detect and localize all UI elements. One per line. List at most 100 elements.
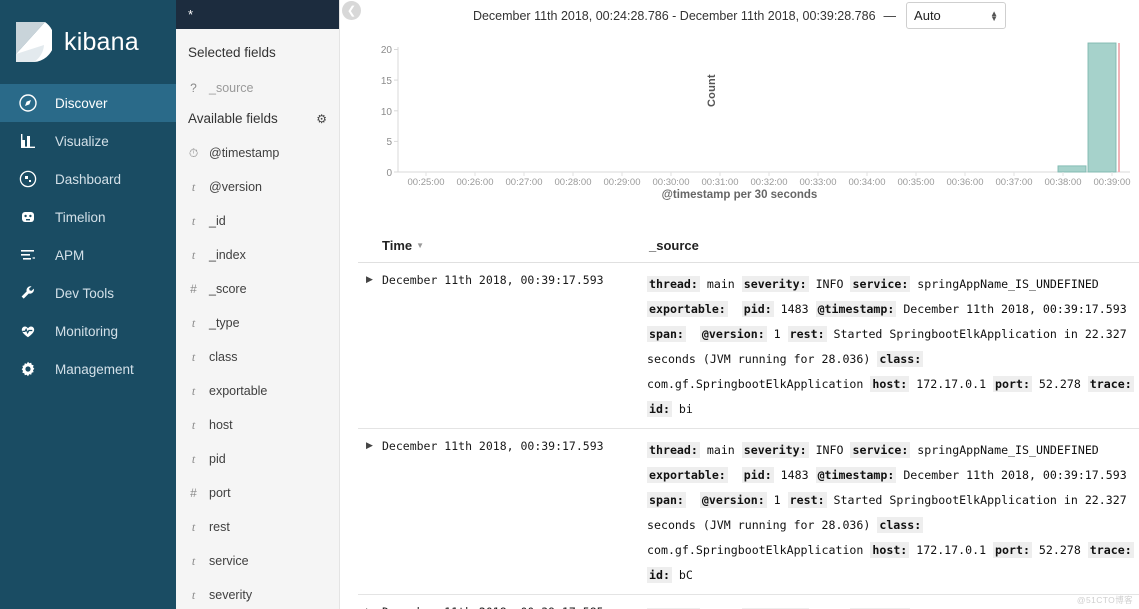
source-key: class: xyxy=(877,351,924,367)
svg-text:00:36:00: 00:36:00 xyxy=(947,177,984,188)
sidebar-item-management[interactable]: Management xyxy=(0,350,176,388)
source-value: 52.278 xyxy=(1031,377,1088,391)
sidebar-item-visualize[interactable]: Visualize xyxy=(0,122,176,160)
field-item-port[interactable]: # port xyxy=(188,476,339,510)
x-axis-label: @timestamp per 30 seconds xyxy=(661,189,818,201)
svg-text:00:37:00: 00:37:00 xyxy=(996,177,1033,188)
bar-chart-icon xyxy=(18,131,38,151)
search-input[interactable]: * xyxy=(176,0,339,29)
caret-right-icon[interactable]: ▶ xyxy=(358,438,382,588)
sidebar-item-dashboard[interactable]: Dashboard xyxy=(0,160,176,198)
source-key: trace: xyxy=(1087,376,1134,392)
field-name: rest xyxy=(209,520,230,535)
field-name: _index xyxy=(209,248,246,263)
spinner-arrows-icon: ▲ ▼ xyxy=(990,8,999,23)
source-value: springAppName_IS_UNDEFINED xyxy=(910,443,1106,457)
field-item-pid[interactable]: t pid xyxy=(188,442,339,476)
caret-right-icon[interactable]: ▶ xyxy=(358,604,382,609)
source-key: span: xyxy=(647,326,686,342)
source-key: @timestamp: xyxy=(815,301,897,317)
field-item-version[interactable]: t @version xyxy=(188,170,339,204)
compass-icon xyxy=(18,93,38,113)
source-key: exportable: xyxy=(647,467,728,483)
field-item-severity[interactable]: t severity xyxy=(188,578,339,609)
field-name: port xyxy=(209,486,231,501)
sidebar-item-dev-tools[interactable]: Dev Tools xyxy=(0,274,176,312)
interval-select[interactable]: Auto ▲ ▼ xyxy=(906,2,1007,29)
svg-text:00:31:00: 00:31:00 xyxy=(702,177,739,188)
field-item-class[interactable]: t class xyxy=(188,340,339,374)
selected-fields-heading: Selected fields xyxy=(188,43,339,63)
field-item-score[interactable]: # _score xyxy=(188,272,339,306)
time-range-label[interactable]: December 11th 2018, 00:24:28.786 - Decem… xyxy=(473,9,876,23)
column-header-source[interactable]: _source xyxy=(649,238,699,253)
field-item-host[interactable]: t host xyxy=(188,408,339,442)
source-value: 1 xyxy=(766,327,788,341)
heartbeat-icon xyxy=(18,321,38,341)
column-header-time[interactable]: Time ▼ xyxy=(382,238,649,253)
field-name: @version xyxy=(209,180,262,195)
primary-navigation: kibana Discover Visualize Dashboard Time xyxy=(0,0,176,609)
source-key: rest: xyxy=(787,492,827,508)
field-name: class xyxy=(209,350,238,365)
table-row[interactable]: ▶ December 11th 2018, 00:39:17.585 threa… xyxy=(358,595,1139,609)
gear-icon[interactable]: ⚙ xyxy=(316,111,327,128)
svg-text:00:30:00: 00:30:00 xyxy=(653,177,690,188)
field-item-rest[interactable]: t rest xyxy=(188,510,339,544)
field-item-index[interactable]: t _index xyxy=(188,238,339,272)
svg-text:00:35:00: 00:35:00 xyxy=(898,177,935,188)
svg-text:10: 10 xyxy=(381,107,393,118)
source-value: 52.278 xyxy=(1031,543,1088,557)
field-type-string-icon: t xyxy=(191,519,196,534)
field-name: @timestamp xyxy=(209,146,280,161)
field-name: service xyxy=(209,554,249,569)
caret-right-icon[interactable]: ▶ xyxy=(358,272,382,422)
sidebar-item-label: Monitoring xyxy=(55,323,119,339)
source-value: main xyxy=(699,277,742,291)
wrench-icon xyxy=(18,283,38,303)
field-item-id[interactable]: t _id xyxy=(188,204,339,238)
source-value xyxy=(728,468,742,482)
source-value: December 11th 2018, 00:39:17.593 xyxy=(896,302,1134,316)
source-key: service: xyxy=(850,276,911,292)
sidebar-item-apm[interactable]: APM xyxy=(0,236,176,274)
sidebar-item-label: Discover xyxy=(55,95,108,111)
interval-value: Auto xyxy=(914,8,941,23)
row-source: thread: main severity: INFO service: spr… xyxy=(647,272,1139,422)
sidebar-item-discover[interactable]: Discover xyxy=(0,84,176,122)
chevron-left-icon[interactable]: ❮ xyxy=(342,1,361,20)
source-value xyxy=(1134,377,1139,391)
svg-text:00:33:00: 00:33:00 xyxy=(800,177,837,188)
histogram-chart: Count 20 15 10 5 0 00:25:00 00:26:00 00:… xyxy=(340,29,1139,214)
field-name: pid xyxy=(209,452,226,467)
source-value: 172.17.0.1 xyxy=(909,543,994,557)
brand-logo[interactable]: kibana xyxy=(0,0,176,84)
fields-sidebar: * Selected fields ? _source Available fi… xyxy=(176,0,340,609)
field-type-number-icon: # xyxy=(190,486,197,501)
sidebar-item-timelion[interactable]: Timelion xyxy=(0,198,176,236)
source-key: pid: xyxy=(741,301,774,317)
kibana-app: kibana Discover Visualize Dashboard Time xyxy=(0,0,1139,609)
table-row[interactable]: ▶ December 11th 2018, 00:39:17.593 threa… xyxy=(358,429,1139,595)
field-item-service[interactable]: t service xyxy=(188,544,339,578)
svg-text:00:26:00: 00:26:00 xyxy=(457,177,494,188)
svg-text:00:34:00: 00:34:00 xyxy=(849,177,886,188)
source-value: December 11th 2018, 00:39:17.593 xyxy=(896,468,1134,482)
field-item-source[interactable]: ? _source xyxy=(188,71,339,105)
source-key: port: xyxy=(993,542,1032,558)
svg-text:00:27:00: 00:27:00 xyxy=(506,177,543,188)
sidebar-item-monitoring[interactable]: Monitoring xyxy=(0,312,176,350)
field-item-timestamp[interactable]: ⏱ @timestamp xyxy=(188,136,339,170)
table-row[interactable]: ▶ December 11th 2018, 00:39:17.593 threa… xyxy=(358,263,1139,429)
selected-fields-label: Selected fields xyxy=(188,45,276,60)
clock-icon: ⏱ xyxy=(188,145,199,160)
source-key: @version: xyxy=(699,492,767,508)
field-item-exportable[interactable]: t exportable xyxy=(188,374,339,408)
row-time: December 11th 2018, 00:39:17.585 xyxy=(382,604,647,609)
source-key: span: xyxy=(647,492,686,508)
source-value xyxy=(728,302,742,316)
field-item-type[interactable]: t _type xyxy=(188,306,339,340)
svg-text:00:25:00: 00:25:00 xyxy=(408,177,445,188)
row-time: December 11th 2018, 00:39:17.593 xyxy=(382,273,604,287)
svg-text:5: 5 xyxy=(386,137,392,148)
